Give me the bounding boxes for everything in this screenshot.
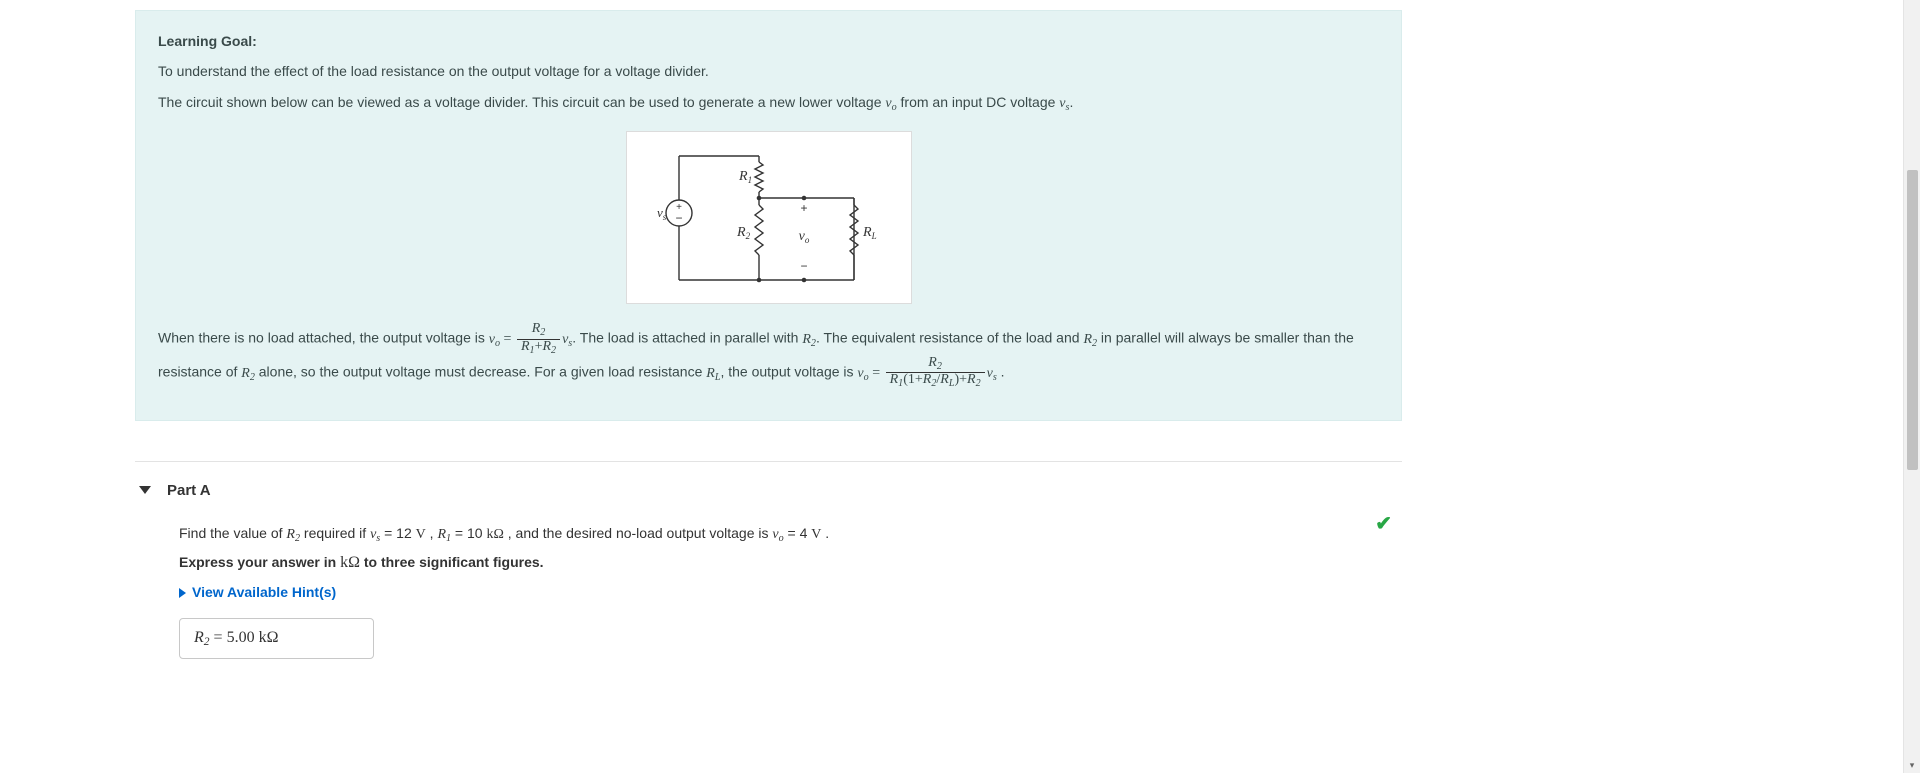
- part-a-express: Express your answer in kΩ to three signi…: [179, 554, 1402, 572]
- learning-goal-text: To understand the effect of the load res…: [158, 61, 1379, 81]
- view-hints-link[interactable]: View Available Hint(s): [179, 584, 336, 600]
- scroll-down-icon[interactable]: ▾: [1904, 758, 1920, 773]
- svg-text:vs: vs: [657, 205, 667, 222]
- svg-text:+: +: [800, 201, 807, 215]
- answer-display: R2 = 5.00 kΩ: [179, 618, 374, 659]
- svg-text:R2: R2: [736, 225, 751, 241]
- learning-goal-box: Learning Goal: To understand the effect …: [135, 10, 1402, 421]
- svg-text:R1: R1: [738, 169, 752, 185]
- learning-goal-heading: Learning Goal:: [158, 33, 257, 49]
- circuit-intro-text: The circuit shown below can be viewed as…: [158, 92, 1379, 115]
- scrollbar-thumb[interactable]: [1907, 170, 1918, 470]
- part-a-header[interactable]: Part A: [135, 478, 1402, 515]
- correct-check-icon: ✔: [1375, 511, 1392, 536]
- chevron-right-icon: [179, 588, 186, 598]
- explanation-text: When there is no load attached, the outp…: [158, 322, 1379, 390]
- vertical-scrollbar[interactable]: ▾: [1903, 0, 1920, 773]
- part-a-title: Part A: [167, 482, 211, 499]
- svg-text:RL: RL: [862, 225, 877, 241]
- svg-text:−: −: [800, 259, 807, 273]
- collapse-icon: [139, 486, 151, 494]
- part-a-question: Find the value of R2 required if vs = 12…: [179, 525, 1402, 544]
- svg-text:−: −: [675, 211, 682, 225]
- circuit-diagram: + − vs R1 R2 RL: [626, 131, 912, 304]
- svg-text:vo: vo: [798, 229, 809, 245]
- part-a-section: Part A ✔ Find the value of R2 required i…: [135, 461, 1402, 659]
